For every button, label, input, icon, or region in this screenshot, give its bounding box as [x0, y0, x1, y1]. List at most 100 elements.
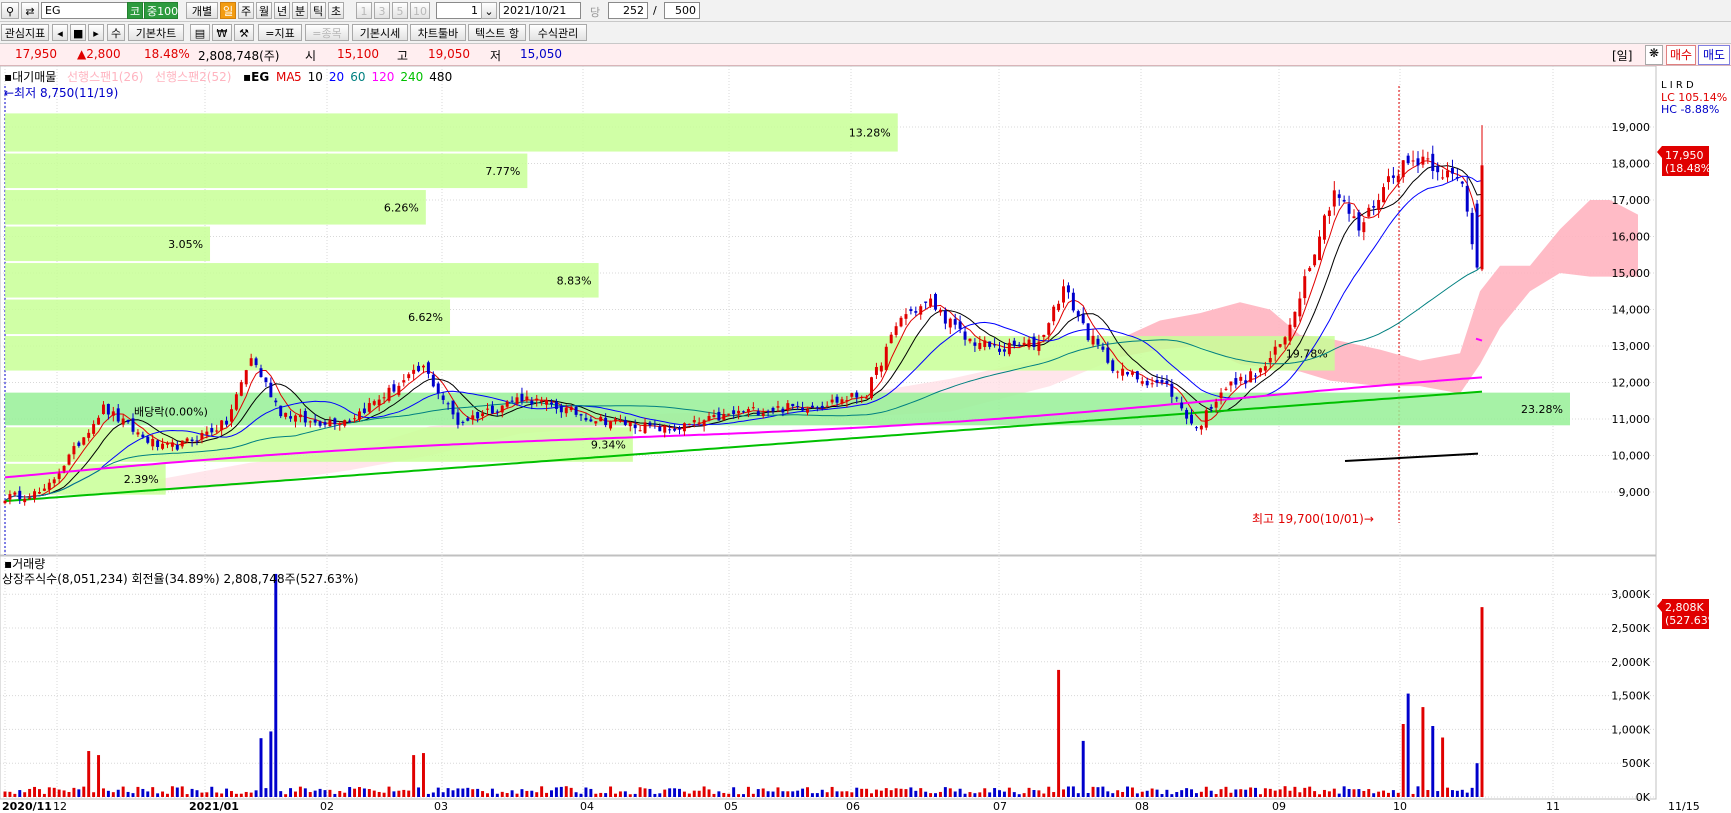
volume-bar	[682, 791, 686, 797]
volume-bar	[13, 793, 17, 797]
basic-chart-button[interactable]: 기본차트	[128, 24, 184, 41]
volume-bar	[141, 788, 145, 797]
candle-body	[781, 408, 785, 413]
candle-body	[569, 406, 573, 411]
minute-1-button[interactable]: 1	[356, 2, 372, 19]
chevron-down-icon[interactable]: ⌄	[481, 2, 497, 19]
candle-body	[1318, 236, 1322, 261]
chart-toolbar-button[interactable]: 차트툴바	[410, 24, 466, 41]
volume-bar	[422, 753, 425, 797]
candle-body	[239, 382, 243, 396]
candle-body	[1377, 200, 1381, 210]
candle-body	[761, 413, 765, 417]
volume-bar	[796, 790, 800, 797]
price-tick-label: 10,000	[1612, 450, 1651, 463]
volume-bar	[1219, 789, 1223, 797]
candle-body	[126, 420, 130, 423]
total-count-input[interactable]: 500	[664, 2, 700, 19]
candle-body	[348, 420, 352, 422]
volume-bar	[279, 791, 283, 797]
volume-bar	[919, 788, 923, 797]
candle-body	[417, 365, 421, 372]
add-item-button[interactable]: =종목	[305, 24, 349, 41]
minute-10-button[interactable]: 10	[410, 2, 430, 19]
bar-chart-icon[interactable]: ▤	[190, 24, 210, 41]
interest-indicator-button[interactable]: 관심지표	[1, 24, 49, 41]
tab-minute[interactable]: 분	[292, 2, 308, 19]
nav-next-button[interactable]: ▸	[88, 24, 104, 41]
x-tick-label: 11/15	[1668, 800, 1700, 813]
volume-bar	[786, 791, 790, 797]
candle-body	[663, 425, 667, 433]
candle-body	[948, 318, 952, 328]
volume-bar	[466, 787, 470, 797]
volume-bar	[1327, 791, 1331, 797]
add-indicator-button[interactable]: =지표	[258, 24, 302, 41]
date-select[interactable]: 2021/10/21	[499, 2, 581, 19]
candle-body	[111, 411, 115, 416]
tool-icon[interactable]: ⚒	[234, 24, 254, 41]
tab-year[interactable]: 년	[274, 2, 290, 19]
volume-bar	[623, 791, 627, 797]
basic-price-button[interactable]: 기본시세	[352, 24, 408, 41]
won-button[interactable]: ₩	[212, 24, 232, 41]
minute-5-button[interactable]: 5	[392, 2, 408, 19]
search-icon[interactable]: ⚲	[1, 2, 19, 19]
volume-profile-bar	[5, 299, 451, 335]
tab-day[interactable]: 일	[220, 2, 236, 19]
volume-bar	[372, 790, 376, 797]
volume-bar	[289, 788, 293, 797]
candle-body	[500, 405, 504, 413]
candle-body	[520, 393, 524, 402]
text-button[interactable]: 텍스트 항	[468, 24, 526, 41]
open-label: 시	[305, 49, 317, 63]
volume-bar	[426, 793, 430, 797]
display-count-input[interactable]: 252	[608, 2, 648, 19]
price-tick-label: 19,000	[1612, 121, 1651, 134]
candle-body	[1342, 199, 1346, 202]
tab-week[interactable]: 주	[238, 2, 254, 19]
volume-bar	[362, 788, 366, 797]
candle-body	[1101, 346, 1105, 350]
candle-body	[1219, 392, 1223, 399]
volume-bar	[643, 788, 647, 797]
volume-bar	[1175, 792, 1179, 797]
x-tick-label: 07	[993, 800, 1007, 813]
nav-prev-button[interactable]: ◂	[52, 24, 68, 41]
volume-bar	[1185, 788, 1189, 797]
candle-body	[791, 403, 795, 407]
buy-button[interactable]: 매수	[1666, 45, 1696, 65]
minute-3-button[interactable]: 3	[374, 2, 390, 19]
candle-body	[52, 479, 56, 484]
volume-bar	[490, 788, 494, 797]
volume-bar	[333, 793, 337, 797]
volume-bar	[1106, 791, 1110, 797]
candle-body	[200, 432, 204, 440]
volume-tick-label: 500K	[1622, 757, 1651, 770]
candle-body	[510, 400, 514, 402]
sell-button[interactable]: 매도	[1698, 45, 1730, 65]
candle-body	[1076, 311, 1080, 317]
tab-month[interactable]: 월	[256, 2, 272, 19]
market-badge: 코	[127, 2, 143, 19]
volume-bar	[225, 788, 229, 797]
count-input[interactable]: 1	[436, 2, 482, 19]
candle-body	[1057, 303, 1061, 311]
volume-bar	[520, 789, 524, 797]
tab-second[interactable]: 초	[328, 2, 344, 19]
settings-icon[interactable]: ❋	[1645, 45, 1663, 65]
candle-body	[810, 405, 814, 408]
volume-bar	[510, 790, 514, 797]
candle-body	[269, 382, 273, 398]
stock-chart[interactable]: 13.28%7.77%6.26%3.05%8.83%6.62%19.78%23.…	[0, 66, 1731, 813]
volume-bar	[220, 793, 224, 797]
tab-tick[interactable]: 틱	[310, 2, 326, 19]
volume-bar	[392, 791, 396, 797]
swap-icon[interactable]: ⇄	[21, 2, 39, 19]
formula-manage-button[interactable]: 수식관리	[529, 24, 587, 41]
individual-button[interactable]: 개별	[186, 2, 218, 19]
candle-body	[535, 398, 539, 401]
modify-button[interactable]: 수	[107, 24, 125, 41]
nav-stop-button[interactable]: ■	[70, 24, 86, 41]
volume-bar	[47, 787, 51, 797]
